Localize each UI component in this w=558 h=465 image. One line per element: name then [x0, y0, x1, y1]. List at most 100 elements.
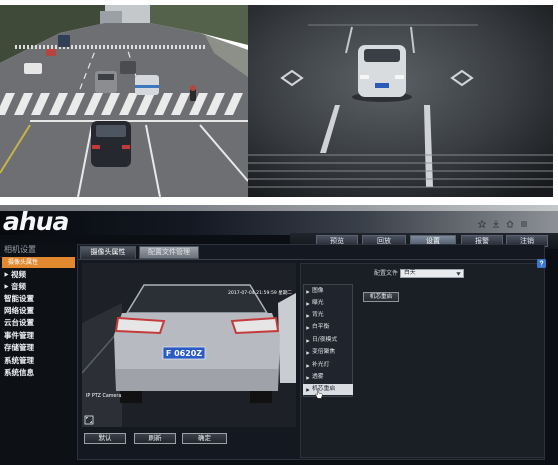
- module-restart-button[interactable]: 机芯重启: [363, 292, 399, 302]
- star-icon[interactable]: [478, 220, 486, 228]
- menu-item-module-restart[interactable]: 机芯重启: [303, 384, 353, 395]
- taillight-left: [114, 316, 166, 335]
- car-headlight-left: [360, 75, 369, 79]
- sidebar-item-label: 系统信息: [4, 368, 34, 377]
- sidebar-item-audio[interactable]: 音频: [4, 281, 26, 292]
- sidebar-item-system-management[interactable]: 系统管理: [4, 355, 34, 366]
- sidebar-item-label: 摄像头属性: [8, 259, 39, 266]
- menu-item-zoom-focus[interactable]: 变倍聚焦: [303, 347, 353, 358]
- chevron-right-icon: [4, 272, 9, 277]
- car-headlight-right: [395, 75, 404, 79]
- license-plate-text: F 0620Z: [166, 349, 203, 358]
- car-foreground-window: [96, 125, 126, 137]
- menu-item-label: 曝光: [312, 300, 324, 306]
- video-preview[interactable]: F 0620Z 2017-07-04 21:59:59 星期二 IP PTZ C…: [82, 263, 296, 427]
- chevron-right-icon: [306, 289, 310, 294]
- adjacent-car: [278, 293, 296, 383]
- profile-label: 配置文件: [374, 270, 399, 277]
- car-rear-window: [125, 284, 269, 314]
- sidebar-item-camera-properties[interactable]: 摄像头属性: [2, 257, 75, 268]
- confirm-button[interactable]: 确定: [182, 433, 227, 444]
- chevron-right-icon: [306, 350, 310, 355]
- osd-timestamp: 2017-07-04 21:59:59 星期二: [228, 290, 292, 296]
- car-white: [24, 63, 42, 74]
- car-windshield: [364, 49, 400, 62]
- chevron-right-icon: [306, 313, 310, 318]
- car-foreground-taillight-left: [92, 145, 100, 149]
- taillight-right: [230, 316, 280, 335]
- daytime-intersection-photo: [0, 5, 248, 197]
- sidebar-title: 相机设置: [4, 245, 36, 254]
- chevron-down-icon: [456, 272, 461, 276]
- brand-logo: ahua: [3, 207, 69, 236]
- page: ahua 预览 回放 设置 报警 注销 相机设置 摄像头属性 视频 音频 智能设…: [0, 0, 558, 465]
- sidebar-item-system-info[interactable]: 系统信息: [4, 367, 34, 378]
- menu-icon[interactable]: [520, 220, 528, 228]
- menu-item-label: 变倍聚焦: [312, 349, 336, 355]
- sidebar-item-network-settings[interactable]: 网络设置: [4, 305, 34, 316]
- tab-profile-management[interactable]: 配置文件管理: [139, 246, 199, 259]
- chevron-right-icon: [306, 387, 310, 392]
- menu-item-image[interactable]: 图像: [303, 286, 353, 297]
- menu-item-label: 补光灯: [312, 362, 330, 368]
- profile-select[interactable]: 白天: [400, 269, 464, 278]
- night-road: [248, 5, 553, 197]
- tab-camera-properties[interactable]: 摄像头属性: [80, 246, 136, 259]
- sidebar-item-label: 智能设置: [4, 294, 34, 303]
- car-red: [46, 49, 56, 56]
- chevron-right-icon: [4, 284, 9, 289]
- download-icon[interactable]: [492, 220, 500, 228]
- profile-select-value: 白天: [404, 270, 416, 276]
- chevron-right-icon: [306, 325, 310, 330]
- sidebar-item-label: 系统管理: [4, 356, 34, 365]
- menu-item-label: 日/夜模式: [312, 337, 338, 343]
- far-building: [100, 11, 122, 24]
- car-plate: [375, 83, 389, 88]
- menu-item-day-night[interactable]: 日/夜模式: [303, 335, 353, 346]
- chevron-right-icon: [306, 301, 310, 306]
- menu-item-defog[interactable]: 透雾: [303, 372, 353, 383]
- sidebar-item-storage-management[interactable]: 存储管理: [4, 342, 34, 353]
- refresh-button[interactable]: 刷新: [134, 433, 176, 444]
- chevron-right-icon: [306, 375, 310, 380]
- hand-cursor-icon: [315, 388, 323, 399]
- chevron-right-icon: [306, 363, 310, 368]
- taxi-stripe: [135, 85, 159, 88]
- sidebar-item-label: 云台设置: [4, 318, 34, 327]
- default-button[interactable]: 默认: [84, 433, 126, 444]
- tire-left: [120, 391, 142, 403]
- fullscreen-icon[interactable]: [84, 415, 94, 425]
- menu-item-exposure[interactable]: 曝光: [303, 298, 353, 309]
- sidebar-item-smart-settings[interactable]: 智能设置: [4, 293, 34, 304]
- sidebar-item-ptz-settings[interactable]: 云台设置: [4, 317, 34, 328]
- menu-item-label: 图像: [312, 288, 324, 294]
- tire-right: [250, 391, 272, 403]
- menu-item-label: 透雾: [312, 374, 324, 380]
- camera-config-screen: ahua 预览 回放 设置 报警 注销 相机设置 摄像头属性 视频 音频 智能设…: [0, 205, 558, 465]
- sidebar-item-label: 存储管理: [4, 343, 34, 352]
- chevron-right-icon: [306, 338, 310, 343]
- car-foreground-taillight-right: [122, 145, 130, 149]
- cursor-shape: [315, 388, 323, 399]
- help-icon[interactable]: [537, 259, 546, 268]
- night-vehicle-photo: [248, 5, 553, 197]
- tab-divider: [78, 259, 544, 260]
- car-bumper: [116, 369, 278, 391]
- menu-item-label: 背光: [312, 312, 324, 318]
- car-dark: [120, 61, 136, 74]
- sidebar-item-label: 视频: [11, 270, 26, 279]
- menu-item-fill-light[interactable]: 补光灯: [303, 360, 353, 371]
- bus-blue: [58, 35, 70, 47]
- home-icon[interactable]: [506, 220, 514, 228]
- osd-channel-name: IP PTZ Camera: [86, 393, 121, 399]
- sidebar-item-label: 网络设置: [4, 306, 34, 315]
- screen-glare: [0, 205, 558, 211]
- menu-item-label: 白平衡: [312, 324, 330, 330]
- menu-item-backlight[interactable]: 背光: [303, 310, 353, 321]
- motorcycle-rider: [190, 85, 196, 91]
- sidebar-item-video[interactable]: 视频: [4, 269, 26, 280]
- sidebar-item-event-management[interactable]: 事件管理: [4, 330, 34, 341]
- sidebar-item-label: 音频: [11, 282, 26, 291]
- car-grey-window: [98, 74, 114, 80]
- menu-item-white-balance[interactable]: 白平衡: [303, 322, 353, 333]
